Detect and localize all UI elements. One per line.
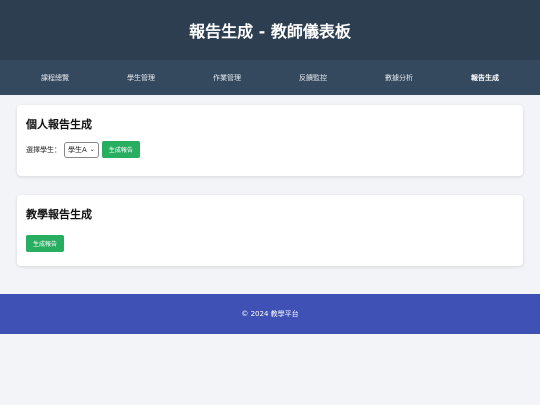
select-student-label: 選擇學生：: [26, 145, 61, 154]
nav-item-report-generation[interactable]: 報告生成: [445, 73, 525, 83]
page-header: 報告生成 - 教師儀表板: [0, 0, 540, 60]
nav-item-student-management[interactable]: 學生管理: [101, 73, 181, 83]
footer-copyright: © 2024 教學平台: [241, 310, 299, 318]
student-select-row: 選擇學生： 學生A ⌄ 生成報告: [26, 141, 514, 158]
nav-item-feedback-monitoring[interactable]: 反饋監控: [273, 73, 353, 83]
teaching-report-card: 教學報告生成 生成報告: [17, 195, 523, 266]
student-select[interactable]: 學生A ⌄: [64, 141, 99, 158]
teaching-report-title: 教學報告生成: [26, 208, 92, 221]
top-nav: 課程總覽 學生管理 作業管理 反饋監控 數據分析 報告生成: [0, 60, 540, 95]
individual-report-card: 個人報告生成 選擇學生： 學生A ⌄ 生成報告: [17, 105, 523, 176]
nav-item-assignment-management[interactable]: 作業管理: [187, 73, 267, 83]
generate-individual-report-button[interactable]: 生成報告: [101, 141, 140, 158]
chevron-down-icon: ⌄: [89, 146, 95, 153]
page-footer: © 2024 教學平台: [0, 294, 540, 334]
student-select-value: 學生A: [68, 145, 87, 154]
generate-teaching-report-button[interactable]: 生成報告: [26, 235, 65, 252]
individual-report-title: 個人報告生成: [26, 118, 92, 131]
nav-item-course-overview[interactable]: 課程總覽: [15, 73, 95, 83]
page-title: 報告生成 - 教師儀表板: [189, 22, 351, 41]
nav-item-data-analysis[interactable]: 數據分析: [359, 73, 439, 83]
